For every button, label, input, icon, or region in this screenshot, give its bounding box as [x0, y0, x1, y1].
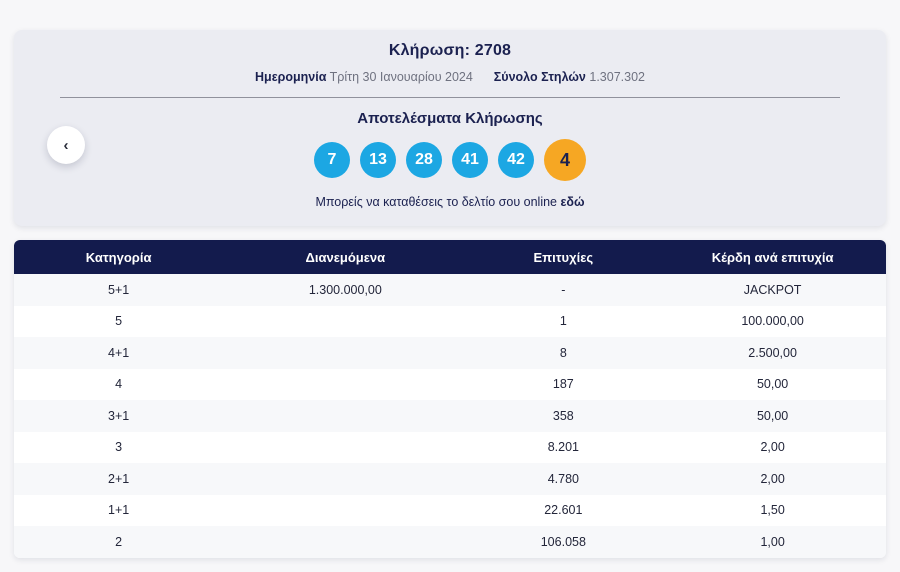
table-cell: 1+1 [108, 503, 130, 518]
table-cell: 1,00 [760, 534, 785, 549]
table-cell: 2,00 [760, 471, 785, 486]
table-row: 4 187 50,00 [14, 368, 886, 400]
draw-meta: Ημερομηνία Τρίτη 30 Ιανουαρίου 2024 Σύνο… [14, 70, 886, 84]
draw-title: Κλήρωση: 2708 [388, 42, 512, 59]
table-cell: 8 [559, 345, 567, 360]
table-cell: 2 [115, 534, 123, 549]
table-cell: 100.000,00 [741, 314, 804, 329]
table-row: 2 106.058 1,00 [14, 526, 886, 558]
winning-number-ball: 7 [314, 142, 350, 178]
table-cell: 50,00 [756, 408, 789, 423]
table-cell: 22.601 [544, 503, 583, 518]
table-header-cell: Επιτυχίες [533, 249, 594, 265]
table-row: 5 1 100.000,00 [14, 305, 886, 337]
table-header-cell: Κέρδη ανά επιτυχία [711, 249, 834, 265]
table-row: 3+1 358 50,00 [14, 400, 886, 432]
winning-number-ball: 42 [498, 142, 534, 178]
winning-numbers-row: 7 13 28 41 42 4 [14, 139, 886, 181]
table-row: 1+1 22.601 1,50 [14, 494, 886, 526]
previous-draw-button[interactable]: ‹ [47, 126, 85, 164]
table-cell: 358 [552, 408, 574, 423]
cta-text: Μπορείς να καταθέσεις το δελτίο σου onli… [14, 195, 886, 209]
winning-number-ball: 41 [452, 142, 488, 178]
results-title: Αποτελέσματα Κλήρωσης [357, 110, 543, 127]
table-cell: 4.780 [547, 471, 579, 486]
table-header-cell: Κατηγορία [85, 249, 152, 265]
chevron-left-icon: ‹ [63, 136, 69, 154]
table-row: 4+1 8 2.500,00 [14, 337, 886, 369]
table-cell: 1.300.000,00 [308, 282, 382, 297]
winning-number-ball: 13 [360, 142, 396, 178]
table-cell: 2+1 [108, 471, 130, 486]
table-cell: 8.201 [547, 440, 579, 455]
table-cell: 3 [115, 440, 123, 455]
date-label: Ημερομηνία [255, 70, 327, 84]
table-cell: 1 [559, 314, 567, 329]
table-cell: 5+1 [108, 282, 130, 297]
table-cell: 3+1 [108, 408, 130, 423]
table-cell: 50,00 [756, 377, 789, 392]
table-cell: 5 [115, 314, 123, 329]
table-cell: 2,00 [760, 440, 785, 455]
date-value: Τρίτη 30 Ιανουαρίου 2024 [329, 70, 473, 84]
table-header-cell: Διανεμόμενα [305, 249, 386, 265]
table-cell: 2.500,00 [748, 345, 797, 360]
prize-table-header: Κατηγορία Διανεμόμενα Επιτυχίες Κέρδη ανά ε… [14, 240, 886, 274]
prize-table-body: 5+1 1.300.000,00 - JACKPOT 5 1 100.000,00 4+1 8 2… [14, 274, 886, 558]
bonus-number-ball: 4 [544, 139, 586, 181]
winning-number-ball: 28 [406, 142, 442, 178]
cta-link[interactable]: εδώ [560, 195, 584, 209]
header-divider [60, 97, 840, 98]
cta-message: Μπορείς να καταθέσεις το δελτίο σου onli… [315, 195, 557, 209]
table-cell: 1,50 [760, 503, 785, 518]
table-cell: JACKPOT [743, 282, 802, 297]
table-cell: 106.058 [540, 534, 586, 549]
columns-label: Σύνολο Στηλών [493, 70, 586, 84]
table-row: 3 8.201 2,00 [14, 431, 886, 463]
table-cell: - [561, 282, 566, 297]
table-cell: 187 [552, 377, 574, 392]
table-row: 2+1 4.780 2,00 [14, 463, 886, 495]
lottery-results-page: Κλήρωση: 2708 Ημερομηνία Τρίτη 30 Ιανουα… [0, 0, 900, 572]
prize-table-card: Κατηγορία Διανεμόμενα Επιτυχίες Κέρδη ανά ε… [14, 240, 886, 558]
table-cell: 4+1 [108, 345, 130, 360]
table-cell: 4 [115, 377, 123, 392]
draw-summary-card: Κλήρωση: 2708 Ημερομηνία Τρίτη 30 Ιανουα… [14, 30, 886, 226]
table-row: 5+1 1.300.000,00 - JACKPOT [14, 274, 886, 306]
columns-value: 1.307.302 [589, 70, 645, 84]
